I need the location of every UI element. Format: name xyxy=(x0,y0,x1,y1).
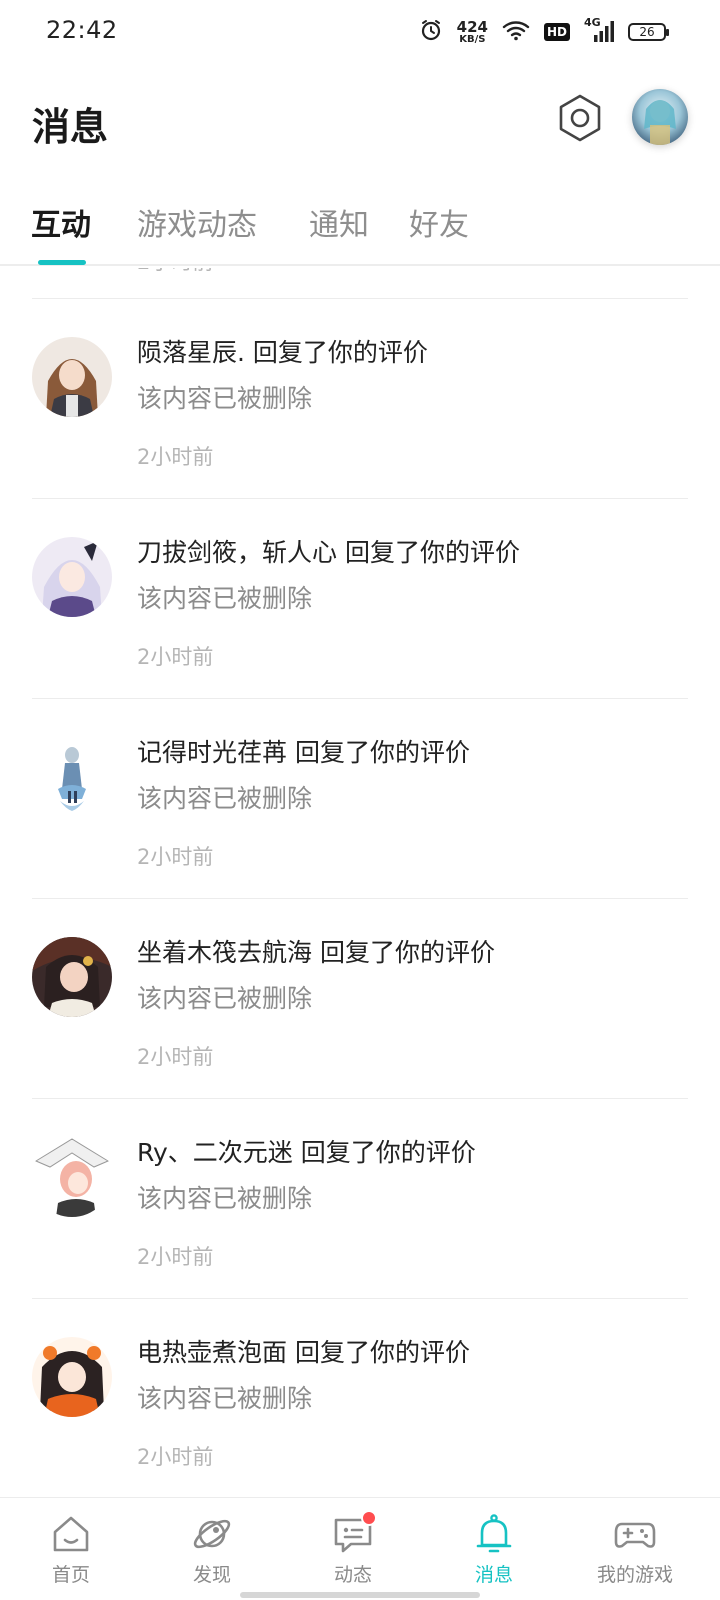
home-indicator[interactable] xyxy=(240,1592,480,1598)
active-tab-indicator xyxy=(38,260,86,265)
list-item-time: 2小时前 xyxy=(137,645,214,669)
alarm-icon xyxy=(419,18,443,46)
status-bar: 22:42 424 KB/S HD 4G 26 xyxy=(0,0,720,64)
list-item[interactable]: Ry、二次元迷 回复了你的评价 该内容已被删除 2小时前 xyxy=(32,1098,688,1302)
list-item-title: Ry、二次元迷 回复了你的评价 xyxy=(137,1138,476,1167)
list-item[interactable]: 刀拔剑筱，斩人心 回复了你的评价 该内容已被删除 2小时前 xyxy=(32,498,688,702)
nav-discover[interactable]: 发现 xyxy=(152,1512,272,1587)
list-item-body: 该内容已被删除 xyxy=(137,784,313,813)
list-item[interactable]: 坐着木筏去航海 回复了你的评价 该内容已被删除 2小时前 xyxy=(32,898,688,1102)
nav-label: 首页 xyxy=(51,1564,90,1586)
nav-label: 我的游戏 xyxy=(596,1564,673,1586)
net-speed-unit: KB/S xyxy=(459,33,486,45)
battery-icon: 26 xyxy=(628,23,669,41)
avatar[interactable] xyxy=(32,737,112,817)
avatar[interactable] xyxy=(32,1337,112,1417)
nav-label: 发现 xyxy=(192,1564,231,1586)
list-item[interactable]: 陨落星辰. 回复了你的评价 该内容已被删除 2小时前 xyxy=(32,298,688,502)
list-item-title: 陨落星辰. 回复了你的评价 xyxy=(137,338,428,367)
list-item-title: 记得时光荏苒 回复了你的评价 xyxy=(137,738,470,767)
list-item-time: 2小时前 xyxy=(137,845,214,869)
list-item-title: 坐着木筏去航海 回复了你的评价 xyxy=(137,938,495,967)
nav-home[interactable]: 首页 xyxy=(11,1512,131,1587)
list-item-body: 该内容已被删除 xyxy=(137,584,313,613)
tab-notifications[interactable]: 通知 xyxy=(309,200,369,244)
list-item-time: 2小时前 xyxy=(137,268,213,276)
list-item-time: 2小时前 xyxy=(137,1245,214,1269)
bottom-nav: 首页 发现 动态 消息 我的游戏 xyxy=(0,1497,720,1600)
tab-game-updates[interactable]: 游戏动态 xyxy=(137,200,257,244)
list-item[interactable]: 电热壶煮泡面 回复了你的评价 该内容已被删除 2小时前 xyxy=(32,1298,688,1498)
list-item-time: 2小时前 xyxy=(137,445,214,469)
status-time: 22:42 xyxy=(46,16,118,44)
home-icon xyxy=(49,1512,93,1556)
settings-hexagon-icon xyxy=(559,94,601,142)
avatar[interactable] xyxy=(32,937,112,1017)
page-title: 消息 xyxy=(32,105,109,149)
tab-friends[interactable]: 好友 xyxy=(409,200,469,244)
hd-icon: HD xyxy=(543,23,570,41)
avatar[interactable] xyxy=(32,537,112,617)
list-item-body: 该内容已被删除 xyxy=(137,384,313,413)
nav-label: 动态 xyxy=(333,1564,372,1586)
gamepad-icon xyxy=(613,1512,657,1556)
avatar[interactable] xyxy=(32,1137,112,1217)
notification-badge xyxy=(361,1510,377,1526)
tab-bar: 互动 游戏动态 通知 好友 xyxy=(0,186,720,266)
header: 消息 xyxy=(0,80,720,160)
tab-interaction[interactable]: 互动 xyxy=(31,200,91,244)
nav-messages[interactable]: 消息 xyxy=(434,1512,554,1587)
list-item-body: 该内容已被删除 xyxy=(137,1184,313,1213)
wifi-icon xyxy=(502,19,530,45)
list-item-body: 该内容已被删除 xyxy=(137,984,313,1013)
avatar[interactable] xyxy=(32,337,112,417)
nav-feed[interactable]: 动态 xyxy=(293,1510,413,1587)
settings-button[interactable] xyxy=(552,90,608,146)
list-item-time: 2小时前 xyxy=(137,1045,214,1069)
list-item[interactable]: 记得时光荏苒 回复了你的评价 该内容已被删除 2小时前 xyxy=(32,698,688,902)
bell-icon xyxy=(472,1512,516,1556)
net-speed-value: 424 xyxy=(456,17,488,36)
list-item-title: 刀拔剑筱，斩人心 回复了你的评价 xyxy=(137,538,520,567)
list-item-title: 电热壶煮泡面 回复了你的评价 xyxy=(137,1338,470,1367)
signal-icon: 4G xyxy=(584,16,614,44)
avatar[interactable] xyxy=(632,89,688,145)
list-item-body: 该内容已被删除 xyxy=(137,1384,313,1413)
planet-icon xyxy=(190,1512,234,1556)
nav-label: 消息 xyxy=(474,1564,513,1586)
list-item-time: 2小时前 xyxy=(137,1445,214,1469)
nav-my-games[interactable]: 我的游戏 xyxy=(575,1512,695,1587)
net-speed: 424 KB/S xyxy=(456,17,488,45)
network-type: 4G xyxy=(584,16,601,29)
chat-bubble-icon xyxy=(331,1510,377,1556)
message-list[interactable]: 2小时前 陨落星辰. 回复了你的评价 该内容已被删除 2小时前 刀拔剑筱，斩人心… xyxy=(0,268,720,1498)
status-icons: 424 KB/S HD 4G 26 xyxy=(419,14,669,50)
